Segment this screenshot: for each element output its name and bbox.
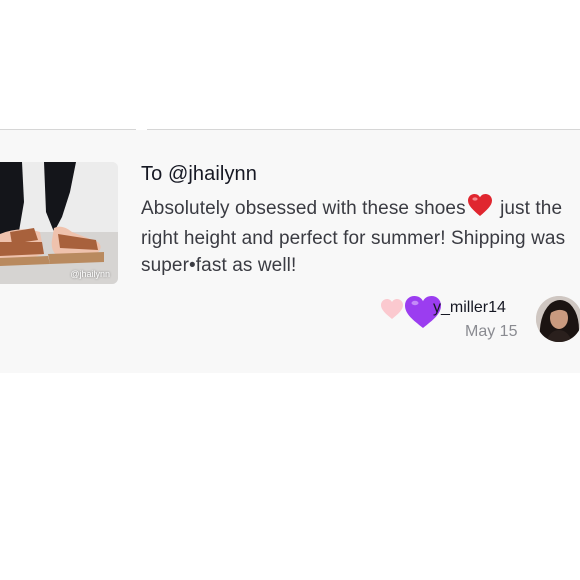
product-thumbnail[interactable]: @jhailynn xyxy=(0,162,118,284)
reply-date: May 15 xyxy=(465,323,518,340)
comment-text-part: fast as well! xyxy=(195,255,297,276)
comment-text: Absolutely obsessed with these shoes jus… xyxy=(141,193,577,279)
reply-username[interactable]: y_miller14 xyxy=(433,299,506,317)
avatar[interactable] xyxy=(536,296,580,342)
comment-text-dot: • xyxy=(189,255,196,276)
pink-heart-icon[interactable] xyxy=(380,298,404,324)
comment-text-part: Absolutely obsessed with these shoes xyxy=(141,198,466,219)
sandal-photo xyxy=(0,162,118,284)
thumbnail-watermark: @jhailynn xyxy=(70,269,110,279)
page: @jhailynn To @jhailynn Absolutely obsess… xyxy=(0,0,580,580)
reply-row: y_miller14 May 15 xyxy=(0,293,580,353)
recipient-label: To @jhailynn xyxy=(141,163,258,185)
red-heart-icon xyxy=(467,193,493,225)
comment-card: @jhailynn To @jhailynn Absolutely obsess… xyxy=(0,130,580,373)
